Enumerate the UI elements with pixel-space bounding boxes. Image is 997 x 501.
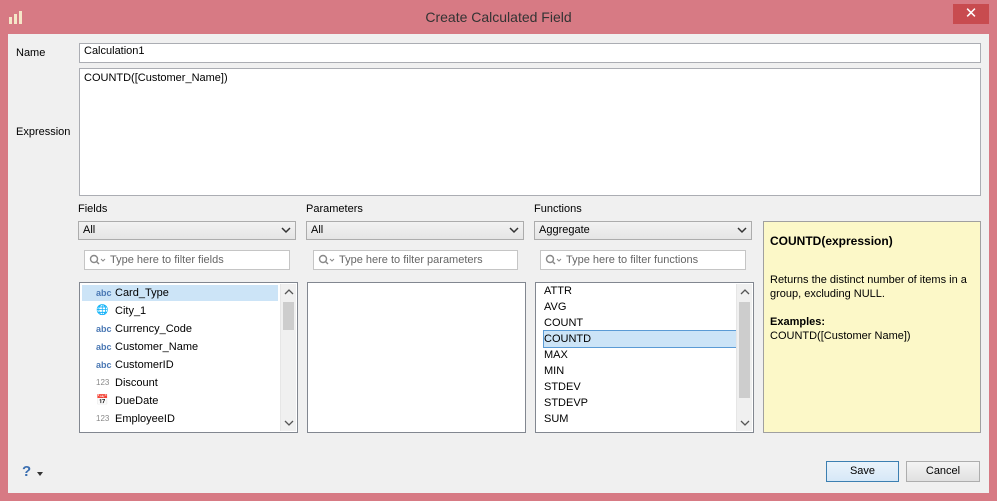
fields-list[interactable]: abc Card_Type 🌐 City_1 abc Currency_Code abc Cu… xyxy=(79,282,298,433)
field-item[interactable]: 📅 DueDate xyxy=(82,393,278,409)
functions-scrollbar[interactable] xyxy=(736,284,752,431)
fields-scrollbar[interactable] xyxy=(280,284,296,431)
function-item[interactable]: STDEVP xyxy=(544,395,741,411)
functions-dropdown[interactable]: Aggregate xyxy=(534,221,752,240)
field-name: DueDate xyxy=(115,395,159,407)
dialog-body: Name Calculation1 Expression COUNTD([Cus… xyxy=(8,34,989,493)
scroll-up-icon[interactable] xyxy=(740,288,750,296)
name-input[interactable]: Calculation1 xyxy=(79,43,981,63)
save-button[interactable]: Save xyxy=(826,461,899,482)
field-name: Currency_Code xyxy=(115,323,193,335)
functions-filter-input[interactable]: Type here to filter functions xyxy=(540,250,746,270)
field-item[interactable]: abc Customer_Name xyxy=(82,339,278,355)
parameters-filter-input[interactable]: Type here to filter parameters xyxy=(313,250,518,270)
function-item[interactable]: COUNT xyxy=(544,315,741,331)
expression-label: Expression xyxy=(16,126,71,138)
fields-label: Fields xyxy=(78,203,108,215)
field-name: Discount xyxy=(115,377,158,389)
function-help-panel: COUNTD(expression) Returns the distinct … xyxy=(763,221,981,433)
fields-dropdown[interactable]: All xyxy=(78,221,296,240)
parameters-label: Parameters xyxy=(306,203,363,215)
parameters-list[interactable] xyxy=(307,282,526,433)
function-item[interactable]: MAX xyxy=(544,347,741,363)
title-bar[interactable]: Create Calculated Field ✕ xyxy=(0,0,997,34)
field-name: EmployeeID xyxy=(115,413,175,425)
help-title: COUNTD(expression) xyxy=(770,234,893,248)
functions-scroll-thumb[interactable] xyxy=(739,302,750,398)
functions-list[interactable]: ATTR AVG COUNT COUNTD MAX MIN STDEV STDEVP SUM xyxy=(535,282,754,433)
calendar-icon: 📅 xyxy=(96,395,109,406)
string-type-icon: abc xyxy=(96,342,112,352)
function-item[interactable]: AVG xyxy=(544,299,741,315)
field-item[interactable]: abc Card_Type xyxy=(82,285,278,301)
field-name: Customer_Name xyxy=(115,341,199,353)
function-item[interactable]: ATTR xyxy=(544,283,741,299)
scroll-down-icon[interactable] xyxy=(740,419,750,427)
dialog-window: Create Calculated Field ✕ Name Calculati… xyxy=(0,0,997,501)
string-type-icon: abc xyxy=(96,324,112,334)
parameters-dropdown-value: All xyxy=(311,224,324,236)
fields-filter-input[interactable]: Type here to filter fields xyxy=(84,250,290,270)
help-examples-label: Examples: xyxy=(770,316,826,328)
chevron-down-icon xyxy=(737,227,747,234)
fields-dropdown-value: All xyxy=(83,224,96,236)
fields-scroll-thumb[interactable] xyxy=(283,302,294,330)
field-item[interactable]: abc CustomerID xyxy=(82,357,278,373)
functions-label: Functions xyxy=(534,203,582,215)
help-icon: ? xyxy=(22,463,32,480)
field-item[interactable]: 🌐 City_1 xyxy=(82,303,278,319)
number-type-icon: 123 xyxy=(96,414,110,423)
help-menu-button[interactable]: ? xyxy=(22,463,48,481)
field-item[interactable]: 123 Discount xyxy=(82,375,278,391)
expression-editor[interactable]: COUNTD([Customer_Name]) xyxy=(79,68,981,196)
help-example: COUNTD([Customer Name]) xyxy=(770,330,911,342)
function-item[interactable]: COUNTD xyxy=(543,330,742,348)
field-name: City_1 xyxy=(115,305,147,317)
parameters-dropdown[interactable]: All xyxy=(306,221,524,240)
cancel-button[interactable]: Cancel xyxy=(906,461,980,482)
globe-icon: 🌐 xyxy=(96,305,109,316)
scroll-down-icon[interactable] xyxy=(284,419,294,427)
scroll-up-icon[interactable] xyxy=(284,288,294,296)
functions-filter-placeholder: Type here to filter functions xyxy=(566,254,699,266)
string-type-icon: abc xyxy=(96,360,112,370)
field-name: CustomerID xyxy=(115,359,174,371)
field-name: Card_Type xyxy=(115,287,169,299)
search-icon xyxy=(318,254,335,265)
string-type-icon: abc xyxy=(96,288,112,298)
parameters-filter-placeholder: Type here to filter parameters xyxy=(339,254,483,266)
name-label: Name xyxy=(16,47,46,59)
field-item[interactable]: abc Currency_Code xyxy=(82,321,278,337)
dropdown-arrow-icon xyxy=(37,472,43,476)
function-item[interactable]: MIN xyxy=(544,363,741,379)
field-item[interactable]: 123 EmployeeID xyxy=(82,411,278,427)
chevron-down-icon xyxy=(281,227,291,234)
function-item[interactable]: STDEV xyxy=(544,379,741,395)
window-title: Create Calculated Field xyxy=(425,9,572,25)
number-type-icon: 123 xyxy=(96,378,110,387)
search-icon xyxy=(545,254,562,265)
fields-filter-placeholder: Type here to filter fields xyxy=(110,254,224,266)
chevron-down-icon xyxy=(509,227,519,234)
close-button[interactable]: ✕ xyxy=(953,4,989,24)
help-description: Returns the distinct number of items in … xyxy=(770,274,967,300)
search-icon xyxy=(89,254,106,265)
functions-dropdown-value: Aggregate xyxy=(539,224,590,236)
function-item[interactable]: SUM xyxy=(544,411,741,427)
